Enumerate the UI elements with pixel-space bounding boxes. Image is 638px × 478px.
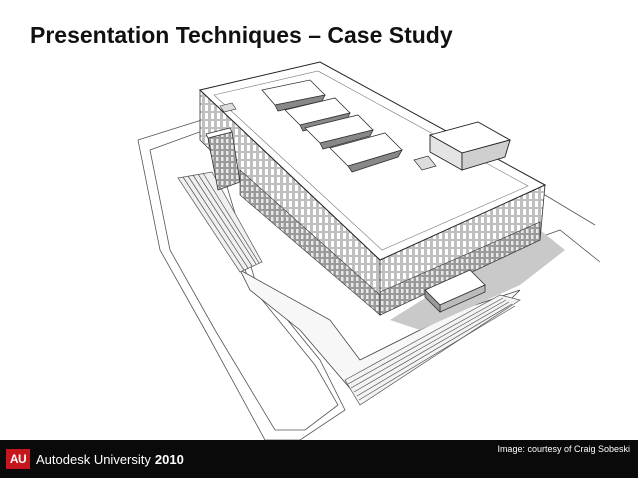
autodesk-university-logo: AU Autodesk University 2010 bbox=[6, 447, 184, 471]
image-credit: Image: courtesy of Craig Sobeski bbox=[497, 444, 630, 454]
logo-name: Autodesk University bbox=[36, 451, 151, 467]
building-model-illustration bbox=[137, 61, 601, 440]
au-logo-mark: AU bbox=[6, 449, 30, 469]
logo-year: 2010 bbox=[154, 451, 184, 467]
